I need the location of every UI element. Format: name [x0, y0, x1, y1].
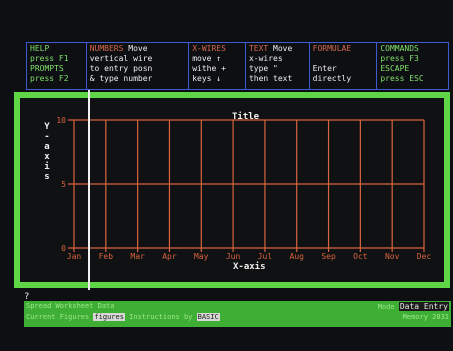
x-tick-label: Apr: [162, 252, 177, 261]
x-tick-label: Jul: [258, 252, 273, 261]
x-axis-label[interactable]: X-axis: [233, 262, 266, 272]
status-highlight: figures: [93, 313, 125, 321]
x-tick-label: Aug: [290, 252, 305, 261]
x-tick-label: Feb: [99, 252, 114, 261]
chart-grid: 0 5 10 Jan Feb Mar Apr May Jun Jul Aug Sep Oct Nov Dec: [56, 116, 431, 261]
y-tick-label: 5: [61, 180, 66, 189]
status-line-1: Spread Worksheet Data: [26, 302, 115, 310]
x-tick-label: Nov: [385, 252, 400, 261]
status-memory: Memory 2831: [402, 313, 449, 321]
x-tick-label: May: [194, 252, 209, 261]
x-tick-label: Mar: [130, 252, 145, 261]
chart-plot: 0 5 10 Jan Feb Mar Apr May Jun Jul Aug Sep Oct Nov Dec: [56, 116, 431, 261]
status-mode: Mode Data Entry: [378, 302, 449, 311]
status-instructions-text: Instructions by: [129, 313, 193, 321]
x-tick-label: Oct: [353, 252, 368, 261]
y-axis-label[interactable]: Y-axis: [42, 122, 52, 182]
status-current-text: Current Figures: [26, 313, 90, 321]
status-mode-value: Data Entry: [398, 302, 449, 311]
graph-editor-screen: HELP press F1 PROMPTS press F2 NUMBERS M…: [0, 0, 453, 351]
x-tick-label: Dec: [417, 252, 432, 261]
status-basic-tag: BASIC: [196, 313, 220, 321]
chart-title[interactable]: Title: [232, 112, 259, 122]
y-tick-label: 0: [61, 244, 66, 253]
status-mode-label: Mode: [377, 303, 395, 311]
y-tick-label: 10: [56, 116, 66, 125]
x-tick-label: Jun: [226, 252, 241, 261]
x-tick-label: Jan: [67, 252, 82, 261]
status-bar: Spread Worksheet Data Current Figures fi…: [24, 301, 451, 327]
status-line-2: Current Figures figures Instructions by …: [26, 313, 220, 321]
vertical-wire-cursor[interactable]: [88, 90, 90, 290]
x-tick-label: Sep: [321, 252, 336, 261]
